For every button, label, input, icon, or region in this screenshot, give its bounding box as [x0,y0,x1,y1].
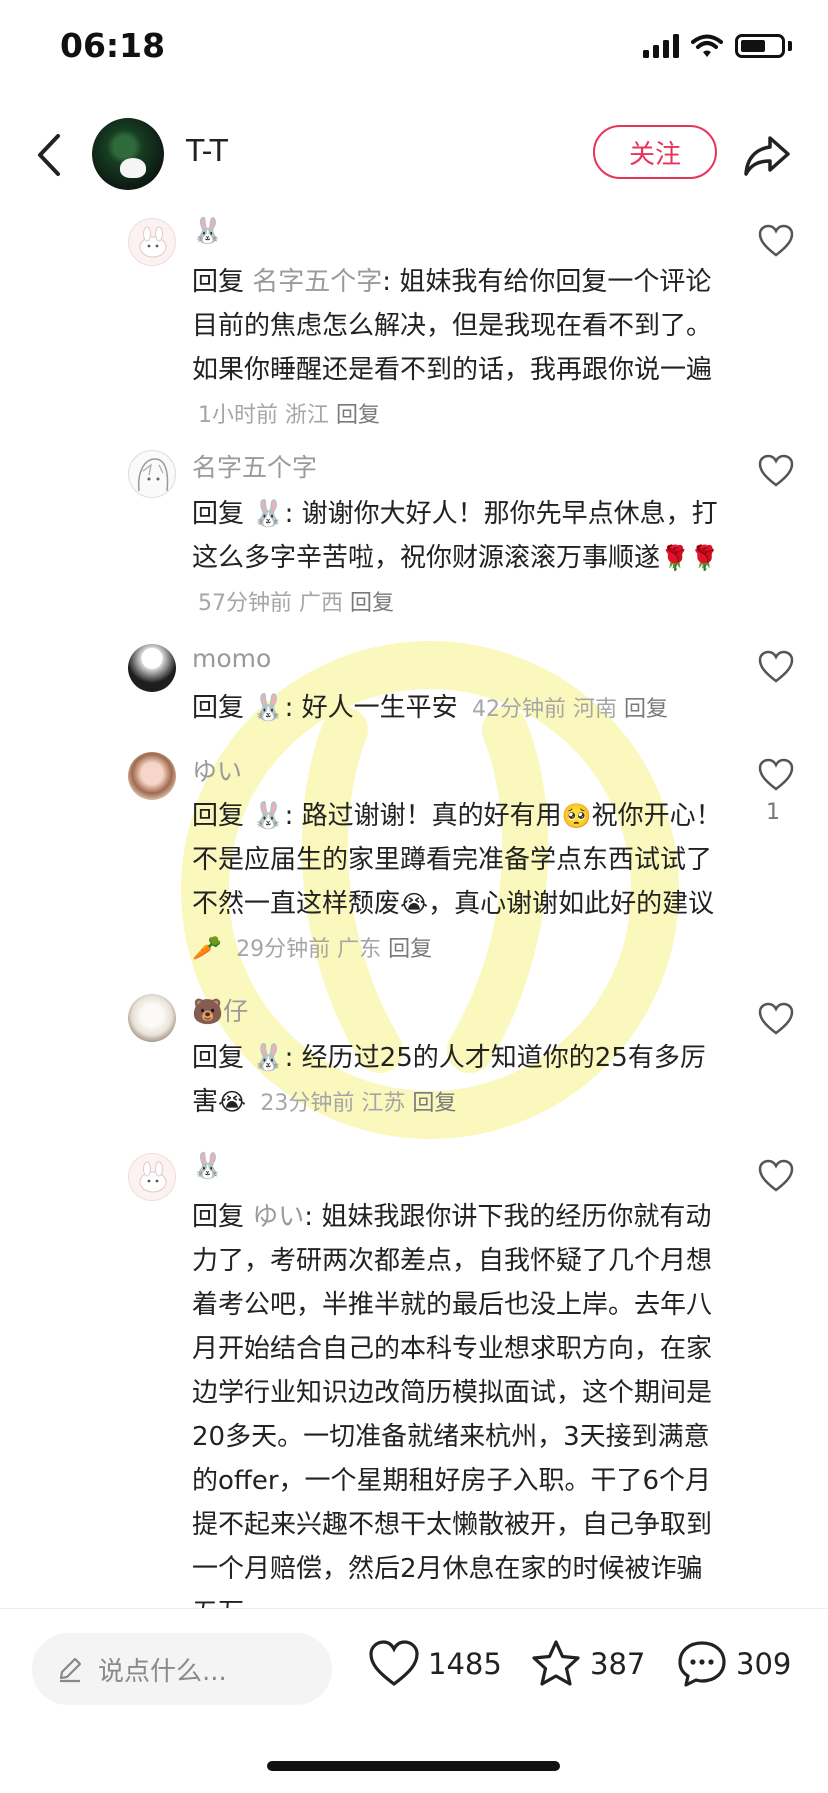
comment-body-c: ，真心谢谢如此好的建议 [428,889,715,919]
reply-to-name[interactable]: 🐰 [252,801,284,831]
star-icon [532,1640,580,1686]
commenter-avatar[interactable] [128,1153,176,1201]
comment-meta: 23分钟前 江苏 回复 [260,1091,456,1116]
bottom-action-bar: 说点什么... 1485 387 309 [0,1608,828,1793]
comment-time: 1小时前 [198,403,278,428]
wifi-icon [691,34,723,57]
commenter-avatar[interactable] [128,218,176,266]
favorite-button[interactable]: 387 [530,1639,645,1689]
commenter-name: 仔 [223,997,249,1026]
reply-to-name[interactable]: 🐰 [252,693,284,723]
reply-to-name[interactable]: 🐰 [252,1043,284,1073]
reply-word: 回复 [192,1043,245,1073]
pleading-emoji: 🥺 [561,802,592,830]
comment-location: 广东 [337,937,382,962]
comment-text: 回复 名字五个字: 姐妹我有给你回复一个评论目前的焦虑怎么解决，但是我现在看不到… [192,260,722,438]
rose-emoji: 🌹🌹 [660,544,720,572]
comment-text: 回复 🐰: 经历过25的人才知道你的25有多厉害😭 23分钟前 江苏 回复 [192,1036,722,1126]
comment-text: 回复 ゆい: 姐妹我跟你讲下我的经历你就有动力了，考研两次都差点，自我怀疑了几个… [192,1195,722,1635]
reply-word: 回复 [192,693,245,723]
reply-word: 回复 [192,801,245,831]
sketch-avatar-icon [137,458,169,492]
pencil-icon [59,1657,82,1683]
commenter-avatar[interactable] [128,752,176,800]
heart-icon [369,1640,419,1687]
reply-link[interactable]: 回复 [336,403,380,428]
crying-emoji: 😭 [400,890,429,918]
author-avatar[interactable] [92,118,164,190]
commenter-name[interactable]: 🐰 [192,216,223,246]
comment-time: 42分钟前 [471,697,566,722]
post-header: T-T 关注 [0,110,828,200]
reply-word: 回复 [192,1202,245,1232]
chat-bubble-icon [678,1641,726,1687]
reply-link[interactable]: 回复 [350,591,394,616]
comment-time: 29分钟前 [236,937,331,962]
commenter-avatar[interactable] [128,450,176,498]
comment-location: 浙江 [285,403,330,428]
comment-location: 广西 [299,591,344,616]
share-icon[interactable] [742,130,792,180]
reply-to-name[interactable]: 🐰 [252,499,284,529]
like-heart-icon[interactable] [758,758,794,792]
comment-time: 57分钟前 [198,591,292,616]
rabbit-avatar-icon [139,226,167,258]
status-icons [643,34,792,58]
comment-meta: 57分钟前 广西 回复 [198,591,394,616]
comment-body: : 好人一生平安 [284,693,458,723]
commenter-name[interactable]: ゆい [192,752,242,788]
home-indicator [267,1761,560,1771]
comment-meta: 1小时前 浙江 回复 [198,403,380,428]
comment-body: : 姐妹我跟你讲下我的经历你就有动力了，考研两次都差点，自我怀疑了几个月想着考公… [192,1202,713,1628]
comment-location: 河南 [572,697,617,722]
follow-button[interactable]: 关注 [593,125,717,179]
commenter-name[interactable]: 名字五个字 [192,448,317,484]
like-heart-icon[interactable] [758,1159,794,1193]
back-arrow-icon[interactable] [30,130,70,180]
battery-icon [735,34,785,58]
battery-tip-icon [788,41,792,51]
comment-input[interactable]: 说点什么... [32,1633,332,1705]
comment-text: 回复 🐰: 路过谢谢！真的好有用🥺祝你开心！不是应届生的家里蹲看完准备学点东西试… [192,794,722,972]
comment-like-count: 1 [766,800,780,825]
comment-meta: 42分钟前 河南 回复 [472,697,668,722]
comment-location: 江苏 [361,1091,406,1116]
commenter-avatar[interactable] [128,644,176,692]
comment-meta: 29分钟前 广东 回复 [236,937,432,962]
reply-link[interactable]: 回复 [412,1091,456,1116]
status-time: 06:18 [60,26,166,65]
comment-text: 回复 🐰: 谢谢你大好人！那你先早点休息，打这么多字辛苦啦，祝你财源滚滚万事顺遂… [192,492,722,626]
comment-button[interactable]: 309 [676,1639,791,1689]
rabbit-avatar-icon [139,1161,167,1193]
commenter-name-wrap[interactable]: 🐻仔 [192,992,248,1028]
commenter-name[interactable]: 🐰 [192,1151,223,1181]
crying-emoji: 😭 [218,1088,247,1116]
comment-count: 309 [736,1647,792,1681]
comment-text: 回复 🐰: 好人一生平安 42分钟前 河南 回复 [192,686,722,732]
reply-to-name[interactable]: 名字五个字 [252,267,382,297]
like-heart-icon[interactable] [758,650,794,684]
favorite-count: 387 [590,1647,646,1681]
reply-word: 回复 [192,499,245,529]
reply-link[interactable]: 回复 [388,937,432,962]
status-bar: 06:18 [0,0,828,100]
input-placeholder: 说点什么... [98,1656,227,1687]
reply-word: 回复 [192,267,245,297]
commenter-name[interactable]: momo [192,644,271,673]
like-count: 1485 [428,1647,502,1681]
signal-icon [643,34,679,58]
like-heart-icon[interactable] [758,1002,794,1036]
like-button[interactable]: 1485 [368,1639,502,1689]
like-heart-icon[interactable] [758,454,794,488]
reply-link[interactable]: 回复 [624,697,668,722]
comment-time: 23分钟前 [260,1091,355,1116]
commenter-avatar[interactable] [128,994,176,1042]
bear-emoji: 🐻 [192,997,224,1026]
reply-to-name[interactable]: ゆい [252,1202,304,1232]
carrot-emoji: 🥕 [192,934,222,962]
comment-body-a: : 路过谢谢！真的好有用 [284,801,562,831]
like-heart-icon[interactable] [758,224,794,258]
author-name[interactable]: T-T [186,134,228,169]
